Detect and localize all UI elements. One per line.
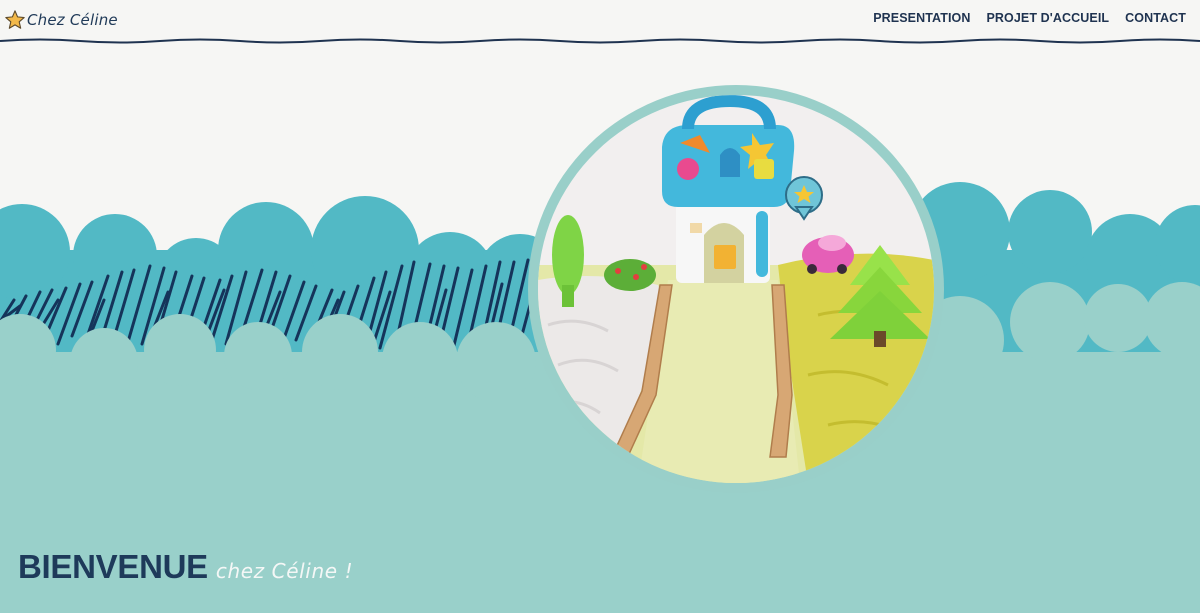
page: Chez Céline PRESENTATION PROJET D'ACCUEI… (0, 0, 1200, 613)
site-header: Chez Céline PRESENTATION PROJET D'ACCUEI… (0, 0, 1200, 44)
hero-photo (538, 95, 934, 483)
hero-photo-frame (528, 85, 944, 493)
site-logo[interactable]: Chez Céline (4, 7, 118, 33)
header-divider (0, 38, 1200, 44)
nav-link-contact[interactable]: CONTACT (1125, 11, 1186, 25)
star-icon (5, 10, 25, 29)
nav-link-projet-accueil[interactable]: PROJET D'ACCUEIL (986, 11, 1109, 25)
welcome-subtitle: chez Céline ! (215, 559, 354, 583)
toy-scene-image (538, 95, 934, 483)
welcome-heading: BIENVENUE chez Céline ! (18, 548, 353, 586)
welcome-title: BIENVENUE (18, 548, 208, 585)
nav-link-presentation[interactable]: PRESENTATION (873, 11, 970, 25)
site-title: Chez Céline (27, 11, 118, 29)
main-nav: PRESENTATION PROJET D'ACCUEIL CONTACT (873, 11, 1186, 25)
